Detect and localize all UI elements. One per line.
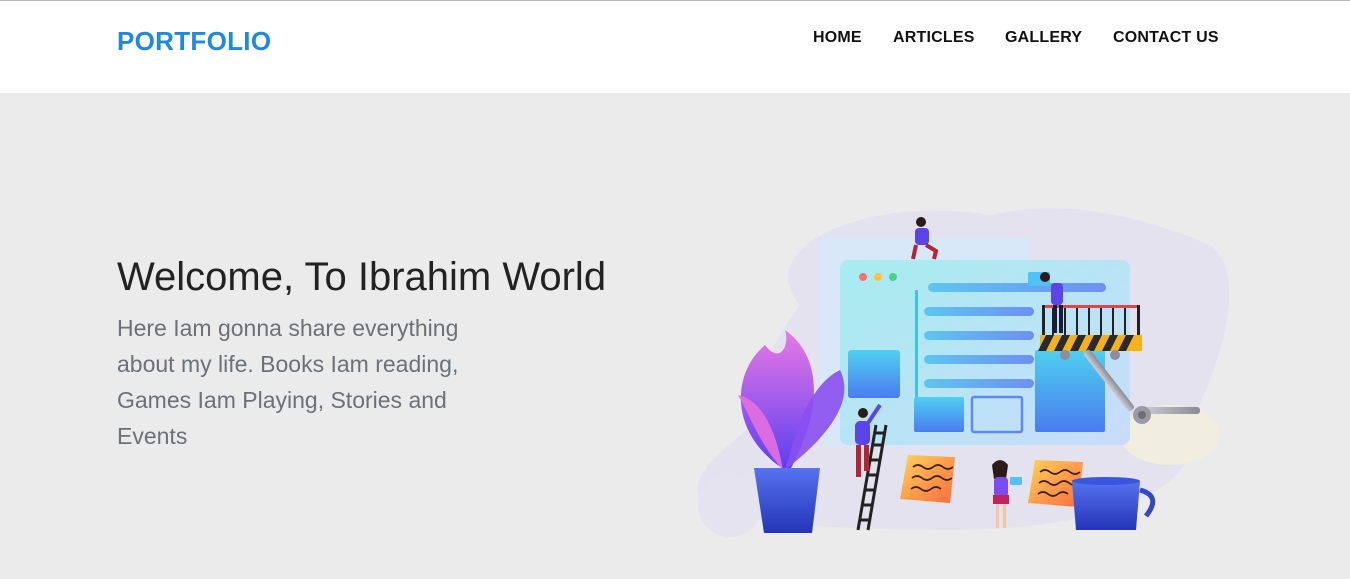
hero-illustration <box>697 208 1230 537</box>
hero-description: Here Iam gonna share everything about my… <box>117 315 459 449</box>
hero-title: Welcome, To Ibrahim World <box>117 255 607 299</box>
brand-logo-link[interactable]: PORTFOLIO <box>117 26 271 57</box>
sticky-note-left <box>900 455 955 503</box>
nav-link-gallery[interactable]: GALLERY <box>1005 29 1082 47</box>
nav-link-home[interactable]: HOME <box>813 29 862 47</box>
nav-link-articles[interactable]: ARTICLES <box>893 29 975 47</box>
nav-link-contact-us[interactable]: CONTACT US <box>1113 29 1219 47</box>
navbar: PORTFOLIO HOME ARTICLES GALLERY CONTACT … <box>0 1 1350 93</box>
